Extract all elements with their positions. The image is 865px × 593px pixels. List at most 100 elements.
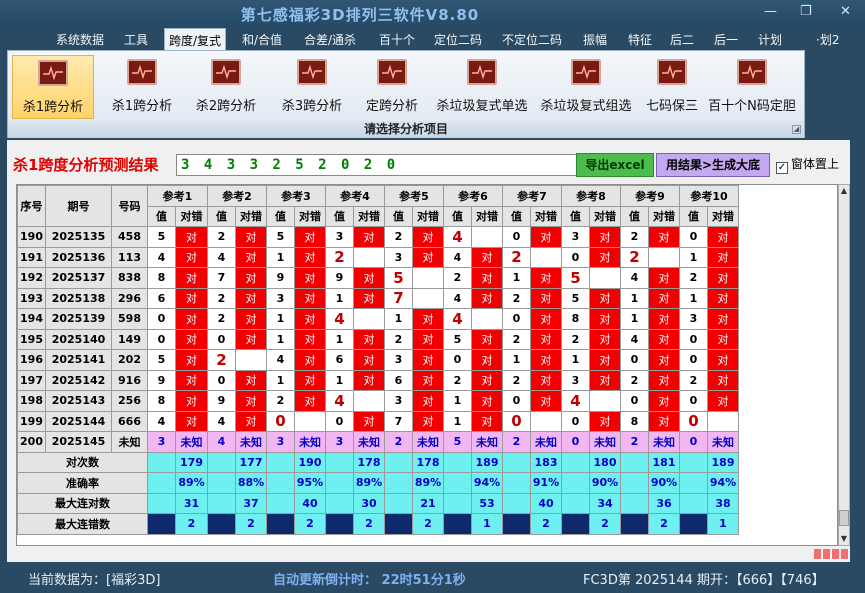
table-row[interactable]: 192 2025137 838 8 对 7 对 9 对 9 对 5 2 对 1 对 5 4 对 2 对 <box>17 267 739 289</box>
table-row[interactable]: 193 2025138 296 6 对 2 对 3 对 1 对 7 4 对 2 对 5 对 1 对 1 对 <box>17 287 739 309</box>
stats-value: 2 <box>412 513 444 535</box>
ribbon-button-2[interactable]: 杀2跨分析 <box>186 55 266 119</box>
selected-cell[interactable] <box>443 513 472 535</box>
table-row[interactable]: 200 2025145 未知 3 未知 4 未知 3 未知 3 未知 2 未知 5 未知 2 未知 0 未知 2 未知 0… <box>17 431 739 453</box>
menu-item-10[interactable]: 后二 <box>666 30 698 49</box>
menu-item-9[interactable]: 特征 <box>624 30 656 49</box>
row-code: 149 <box>111 328 148 350</box>
menu-item-1[interactable]: 工具 <box>120 30 152 49</box>
menu-item-11[interactable]: 后一 <box>710 30 742 49</box>
table-row[interactable]: 191 2025136 113 4 对 4 对 1 对 2 3 对 4 对 2 0 对 2 1 对 <box>17 246 739 268</box>
ribbon-button-1[interactable]: 杀1跨分析 <box>102 55 182 119</box>
scroll-up-icon[interactable]: ▲ <box>839 185 849 197</box>
subheader-value: 值 <box>443 205 472 227</box>
prediction-code-field[interactable]: 3 4 3 3 2 5 2 0 2 0 <box>176 154 581 176</box>
table-row[interactable]: 194 2025139 598 0 对 2 对 1 对 4 1 对 4 0 对 8 对 1 对 3 对 <box>17 308 739 330</box>
stats-row: 对次数 179 177 190 178 178 189 183 180 181 189 <box>17 451 739 473</box>
cell-correct: 对 <box>412 308 444 330</box>
ribbon-expand-icon[interactable]: ◢ <box>792 125 801 134</box>
menu-item-7[interactable]: 不定位二码 <box>498 30 566 49</box>
menu-item-12[interactable]: 计划 <box>754 30 786 49</box>
menu-item-0[interactable]: 系统数据 <box>52 30 108 49</box>
selected-cell[interactable] <box>679 513 708 535</box>
export-excel-button[interactable]: 导出excel <box>576 153 654 177</box>
minimize-button[interactable]: — <box>764 4 777 19</box>
vertical-scrollbar[interactable]: ▲ ▼ <box>838 184 850 546</box>
generate-base-button[interactable]: 用结果>生成大底 <box>656 153 770 177</box>
selected-cell[interactable] <box>620 513 649 535</box>
chart-icon <box>737 59 767 85</box>
cell-unknown: 未知 <box>589 431 621 453</box>
stats-value: 177 <box>235 451 267 473</box>
table-row[interactable]: 195 2025140 149 0 对 0 对 1 对 1 对 2 对 5 对 2 对 2 对 4 对 0 对 <box>17 328 739 350</box>
table-row[interactable]: 198 2025143 256 8 对 9 对 2 对 4 3 对 1 对 0 对 4 0 对 0 对 <box>17 390 739 412</box>
table-row[interactable]: 197 2025142 916 9 对 0 对 1 对 1 对 6 对 2 对 2 对 3 对 2 对 2 对 <box>17 369 739 391</box>
menu-item-2[interactable]: 跨度/复式 <box>164 28 227 50</box>
cell-value: 0 <box>679 410 708 432</box>
cell-value: 1 <box>561 349 590 371</box>
ribbon-button-3[interactable]: 杀3跨分析 <box>272 55 352 119</box>
row-issue: 2025138 <box>45 287 112 309</box>
cell-correct: 对 <box>589 226 621 248</box>
stats-value: 90% <box>648 472 680 494</box>
ribbon-button-6[interactable]: 杀垃圾复式组选 <box>536 55 636 119</box>
selected-cell[interactable] <box>207 513 236 535</box>
cell-correct: 对 <box>353 328 385 350</box>
menu-item-5[interactable]: 百十个 <box>375 30 419 49</box>
close-button[interactable]: ✕ <box>840 4 851 19</box>
row-seq: 195 <box>17 328 46 350</box>
ribbon-button-7[interactable]: 七码保三 <box>640 55 704 119</box>
table-row[interactable]: 190 2025135 458 5 对 2 对 5 对 3 对 2 对 4 0 对 3 对 2 对 0 对 <box>17 226 739 248</box>
row-issue: 2025137 <box>45 267 112 289</box>
selected-cell[interactable] <box>384 513 413 535</box>
ribbon-button-label: 杀3跨分析 <box>281 99 343 114</box>
cell-value: 1 <box>502 267 531 289</box>
table-row[interactable]: 199 2025144 666 4 对 4 对 0 0 对 7 对 1 对 0 0 对 8 对 0 <box>17 410 739 432</box>
cell-correct: 对 <box>648 369 680 391</box>
cell-correct: 对 <box>471 390 503 412</box>
scroll-down-icon[interactable]: ▼ <box>839 533 849 545</box>
menu-item-8[interactable]: 振幅 <box>579 30 611 49</box>
checkbox-box[interactable]: ✓ <box>776 162 788 174</box>
cell-value: 4 <box>443 287 472 309</box>
cell-value: 2 <box>384 226 413 248</box>
menu-item-4[interactable]: 合差/通杀 <box>300 30 360 49</box>
stats-value: 190 <box>294 451 326 473</box>
cell-value: 2 <box>502 431 531 453</box>
cell-wrong <box>707 410 739 432</box>
ribbon-button-label: 七码保三 <box>645 99 698 114</box>
table-row[interactable]: 196 2025141 202 5 对 2 4 对 6 对 3 对 0 对 1 对 1 对 0 对 0 对 <box>17 349 739 371</box>
ribbon-button-8[interactable]: 百十个N码定胆 <box>707 55 797 119</box>
menu-bar: 系统数据 工具 跨度/复式 和/合值 合差/通杀 百十个 定位二码 不定位二码 振幅 特征 后二 后一… <box>0 28 865 50</box>
ribbon-button-5[interactable]: 杀垃圾复式单选 <box>432 55 532 119</box>
stats-value: 30 <box>353 492 385 514</box>
scroll-thumb[interactable] <box>839 510 849 526</box>
menu-item-3[interactable]: 和/合值 <box>238 30 286 49</box>
topmost-checkbox[interactable]: ✓ 窗体置上 <box>776 155 839 174</box>
restore-button[interactable]: ❐ <box>800 4 812 19</box>
cell-correct: 对 <box>589 328 621 350</box>
cell-value: 4 <box>147 246 176 268</box>
cell-correct: 对 <box>235 226 267 248</box>
stats-value: 95% <box>294 472 326 494</box>
cell-wrong <box>353 246 385 268</box>
cell-correct: 对 <box>353 349 385 371</box>
selected-cell[interactable] <box>502 513 531 535</box>
resize-grip[interactable] <box>814 548 850 559</box>
cell-correct: 对 <box>175 246 208 268</box>
selected-cell[interactable] <box>325 513 354 535</box>
ribbon-button-4[interactable]: 定跨分析 <box>359 55 425 119</box>
cell-value: 0 <box>561 410 590 432</box>
cell-correct: 对 <box>530 328 562 350</box>
result-grid[interactable]: 序号 期号 号码 参考1 参考2 参考3 参考4 参考5 参考6 参考7 参考8 参考9 参考10 值对错… <box>16 184 838 546</box>
selected-cell[interactable] <box>266 513 295 535</box>
stats-value: 2 <box>235 513 267 535</box>
menu-item-13[interactable]: ·划2 <box>812 30 843 49</box>
ribbon-button-0[interactable]: 杀1跨分析 <box>12 55 94 119</box>
selected-cell[interactable] <box>561 513 590 535</box>
selected-cell[interactable] <box>147 513 176 535</box>
cell-value: 1 <box>679 287 708 309</box>
cell-value: 2 <box>620 226 649 248</box>
row-seq: 196 <box>17 349 46 371</box>
menu-item-6[interactable]: 定位二码 <box>430 30 486 49</box>
